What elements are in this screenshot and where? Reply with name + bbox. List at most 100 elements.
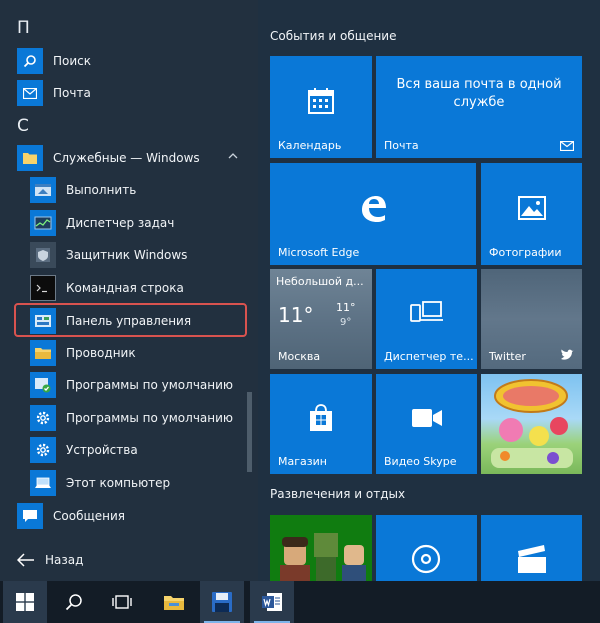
tile-twitter[interactable]: Twitter [481, 269, 582, 369]
app-label: Программы по умолчанию [66, 411, 234, 425]
messaging-icon [17, 503, 43, 529]
tile-calendar[interactable]: Календарь [270, 56, 372, 158]
video-camera-icon [411, 409, 442, 427]
back-arrow-icon [17, 553, 34, 567]
run-icon [30, 177, 56, 203]
gear-icon [30, 405, 56, 431]
app-label: Защитник Windows [66, 248, 188, 262]
task-view-button[interactable] [100, 581, 144, 623]
taskbar-search[interactable] [52, 581, 96, 623]
gear-icon [30, 437, 56, 463]
app-label: Устройства [66, 443, 138, 457]
tile-weather[interactable]: Небольшой д... 11° 11° 9° Москва [270, 269, 372, 369]
app-label: Служебные — Windows [53, 151, 200, 165]
app-command-prompt[interactable]: Командная строка [0, 272, 258, 304]
photos-icon [517, 195, 546, 220]
app-label: Сообщения [53, 509, 126, 523]
app-search[interactable]: Поиск [0, 45, 258, 77]
weather-low: 9° [340, 317, 352, 328]
group-title-events[interactable]: События и общение [270, 29, 397, 43]
app-messaging[interactable]: Сообщения [0, 500, 258, 532]
tile-xbox[interactable] [270, 515, 372, 581]
taskbar [0, 581, 600, 623]
tile-candy-crush[interactable] [481, 374, 582, 474]
twitter-bird-icon [561, 349, 574, 360]
app-windows-accessories[interactable]: Служебные — Windows [0, 142, 258, 174]
tile-label: Почта [384, 139, 419, 152]
mail-icon [560, 141, 574, 151]
store-bag-icon [310, 404, 332, 431]
back-button[interactable]: Назад [0, 545, 258, 575]
app-label: Поиск [53, 54, 92, 68]
windows-defender-icon [30, 242, 56, 268]
mail-promo-text: Вся ваша почта в одной службе [396, 77, 562, 110]
app-label: Выполнить [66, 183, 137, 197]
tile-photos[interactable]: Фотографии [481, 163, 582, 265]
app-label: Командная строка [66, 281, 184, 295]
taskbar-file-explorer[interactable] [152, 581, 196, 623]
tile-label: Фотографии [489, 246, 562, 259]
app-label: Диспетчер задач [66, 216, 175, 230]
tile-label: Видео Skype [384, 455, 457, 468]
app-label: Этот компьютер [66, 476, 171, 490]
app-label: Проводник [66, 346, 136, 360]
folder-icon [164, 596, 184, 610]
tile-label: Twitter [489, 350, 526, 363]
group-title-entertainment[interactable]: Развлечения и отдых [270, 487, 405, 501]
folder-icon [17, 145, 43, 171]
music-disc-icon [411, 544, 441, 574]
phone-laptop-icon [409, 301, 443, 322]
tile-movies-tv[interactable] [481, 515, 582, 581]
xbox-avatars-art [280, 533, 366, 581]
calendar-icon [308, 87, 334, 114]
app-list: П Поиск Почта С Служебные — Windows Выпо… [0, 0, 258, 581]
weather-high: 11° [336, 301, 356, 314]
app-label: Программы по умолчанию [66, 378, 234, 392]
chevron-up-icon[interactable] [228, 151, 238, 161]
weather-condition: Небольшой д... [276, 275, 364, 288]
tile-label: Microsoft Edge [278, 246, 360, 259]
edge-icon [362, 195, 386, 222]
section-letter[interactable]: С [17, 116, 29, 136]
floppy-disk-icon [212, 592, 232, 612]
start-menu: П Поиск Почта С Служебные — Windows Выпо… [0, 0, 600, 581]
taskbar-app-save[interactable] [200, 581, 244, 623]
default-programs-icon [30, 372, 56, 398]
tile-label: Календарь [278, 139, 342, 152]
tile-label: Диспетчер те... [384, 350, 474, 363]
task-manager-icon [30, 210, 56, 236]
tile-label: Магазин [278, 455, 327, 468]
candy-crush-art [491, 379, 573, 468]
word-icon [262, 593, 282, 611]
tile-skype-video[interactable]: Видео Skype [376, 374, 477, 474]
weather-temperature: 11° [278, 303, 314, 327]
app-label: Почта [53, 86, 91, 100]
tile-store[interactable]: Магазин [270, 374, 372, 474]
section-letter[interactable]: П [17, 18, 30, 38]
windows-logo-icon [16, 593, 34, 611]
search-icon [17, 48, 43, 74]
mail-icon [17, 80, 43, 106]
tile-label: Москва [278, 350, 321, 363]
app-default-programs-settings[interactable]: Программы по умолчанию [0, 402, 258, 434]
highlight-frame [14, 303, 247, 337]
tile-edge[interactable]: Microsoft Edge [270, 163, 476, 265]
app-windows-defender[interactable]: Защитник Windows [0, 239, 258, 271]
app-default-programs[interactable]: Программы по умолчанию [0, 369, 258, 401]
app-mail[interactable]: Почта [0, 77, 258, 109]
app-this-pc[interactable]: Этот компьютер [0, 467, 258, 499]
tile-mail[interactable]: Вся ваша почта в одной службе Почта [376, 56, 582, 158]
scrollbar[interactable] [247, 392, 252, 472]
app-task-manager[interactable]: Диспетчер задач [0, 207, 258, 239]
app-devices[interactable]: Устройства [0, 434, 258, 466]
search-icon [65, 594, 82, 611]
tile-groove-music[interactable] [376, 515, 477, 581]
start-button[interactable] [3, 581, 47, 623]
taskbar-word[interactable] [250, 581, 294, 623]
tile-phone-companion[interactable]: Диспетчер те... [376, 269, 477, 369]
back-label: Назад [45, 553, 84, 567]
app-run[interactable]: Выполнить [0, 174, 258, 206]
task-view-icon [112, 595, 132, 609]
file-explorer-icon [30, 340, 56, 366]
app-file-explorer[interactable]: Проводник [0, 337, 258, 369]
